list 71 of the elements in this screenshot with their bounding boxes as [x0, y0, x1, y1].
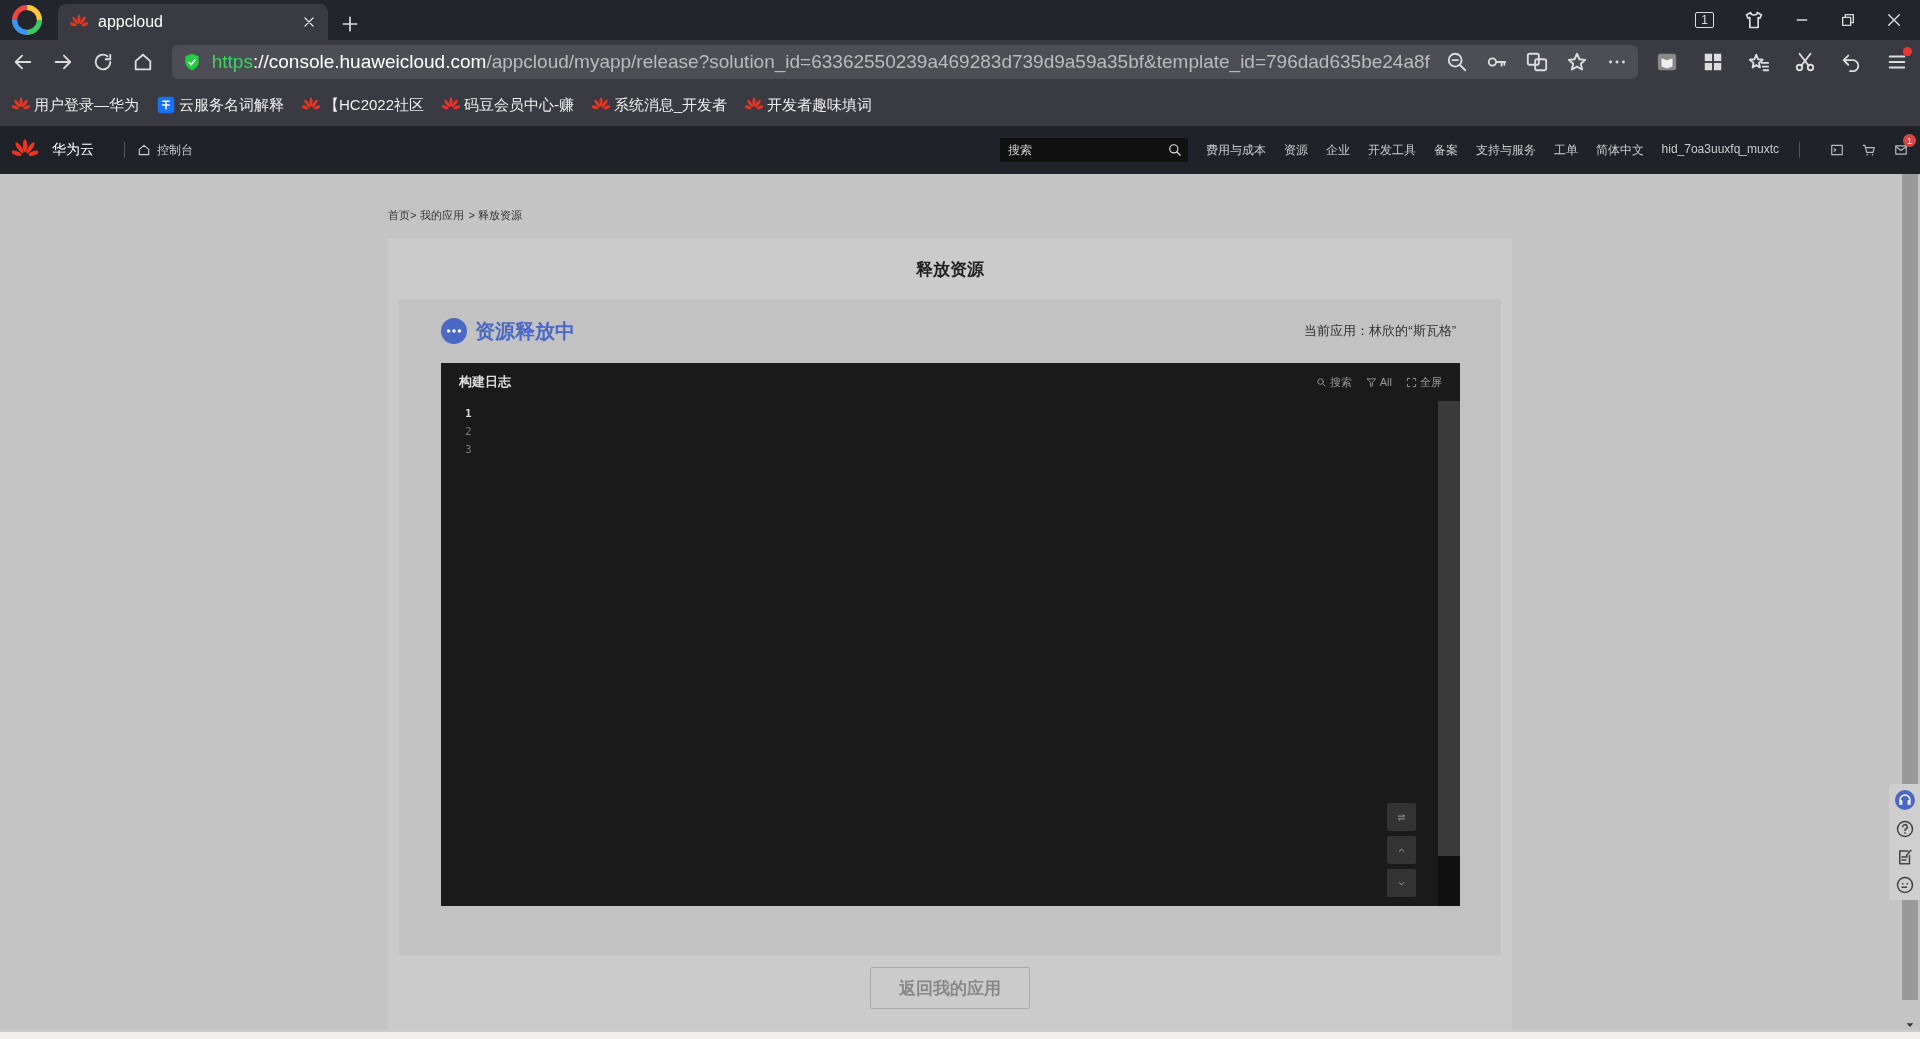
- tab-count[interactable]: 1: [1695, 12, 1714, 28]
- bookmark-label: 系统消息_开发者: [614, 95, 728, 115]
- address-field[interactable]: https://console.huaweicloud.com/appcloud/myapp/release?solution_id=63362550239a469283d739d9a59a35bf&template_id=796dad635be24a8f: [171, 45, 1638, 79]
- line-number: 2: [465, 424, 473, 440]
- log-tool-button[interactable]: 搜索: [1315, 374, 1352, 390]
- bookmark-label: 开发者趣味填词: [767, 95, 873, 115]
- current-app-label: 当前应用：林欣的“斯瓦格”: [1304, 322, 1457, 340]
- close-icon[interactable]: [302, 15, 316, 29]
- log-title: 构建日志: [459, 373, 511, 391]
- browser-logo-icon[interactable]: [12, 5, 42, 35]
- nav-link[interactable]: 备案: [1433, 141, 1458, 159]
- console-link[interactable]: 控制台: [137, 141, 193, 159]
- nav-link[interactable]: 工单: [1553, 141, 1578, 159]
- url-text: https://console.huaweicloud.com/appcloud/myapp/release?solution_id=63362550239a469283d739d9a59a35bf&template_id=796dad635be24a8f: [211, 51, 1430, 73]
- fullscreen-icon: [1406, 376, 1417, 388]
- nav-link[interactable]: 开发工具: [1367, 141, 1416, 159]
- bookmark[interactable]: 开发者趣味填词: [745, 95, 873, 115]
- nav-link[interactable]: hid_7oa3uuxfq_muxtc: [1661, 141, 1779, 159]
- badge-icon: [157, 96, 175, 114]
- bookmark[interactable]: 系统消息_开发者: [592, 95, 728, 115]
- headset-icon[interactable]: [1894, 790, 1915, 810]
- nav-link[interactable]: 企业: [1325, 141, 1350, 159]
- bookmark-label: 用户登录—华为: [34, 95, 139, 115]
- star-icon[interactable]: [1566, 51, 1588, 73]
- bookmark[interactable]: 云服务名词解释: [157, 95, 284, 115]
- log-tool-button[interactable]: All: [1365, 374, 1392, 390]
- brand-name[interactable]: 华为云: [52, 141, 94, 159]
- bookmark-label: 云服务名词解释: [179, 95, 284, 115]
- book-icon[interactable]: [1656, 51, 1678, 73]
- line-number: 3: [465, 442, 473, 458]
- nav-link[interactable]: 费用与成本: [1205, 141, 1266, 159]
- log-scroll-button[interactable]: [1387, 803, 1416, 831]
- cart-icon[interactable]: [1862, 143, 1876, 157]
- shirt-icon[interactable]: [1744, 10, 1764, 30]
- page-title: 释放资源: [916, 259, 984, 281]
- nav-link[interactable]: 资源: [1283, 141, 1308, 159]
- new-tab-icon[interactable]: [340, 14, 360, 34]
- bookmark[interactable]: 【HC2022社区: [302, 95, 425, 115]
- scissors-icon[interactable]: [1794, 51, 1816, 73]
- message-count: 1: [1903, 134, 1916, 147]
- swap-icon: [1396, 811, 1407, 823]
- search-icon: [1315, 376, 1327, 388]
- scrollbar-thumb[interactable]: [1438, 401, 1460, 856]
- line-number: 1: [465, 406, 473, 422]
- mail-icon[interactable]: [1894, 143, 1908, 157]
- restore-icon[interactable]: [1840, 12, 1856, 28]
- zoom-out-icon[interactable]: [1446, 51, 1468, 73]
- status-label: 资源释放中: [475, 318, 575, 344]
- favorites-icon[interactable]: [1748, 51, 1770, 73]
- log-tool-button[interactable]: 全屏: [1406, 374, 1442, 390]
- nav-link[interactable]: 支持与服务: [1475, 141, 1536, 159]
- browser-tab[interactable]: appcloud: [58, 4, 328, 40]
- close-icon[interactable]: [1886, 12, 1902, 28]
- nav-link[interactable]: 简体中文: [1595, 141, 1644, 159]
- apps-icon[interactable]: [1702, 51, 1724, 73]
- smiley-icon[interactable]: [1895, 876, 1914, 894]
- loading-icon: [441, 318, 467, 344]
- breadcrumb-item[interactable]: 首页>: [388, 208, 417, 223]
- breadcrumb-item: > 释放资源: [468, 208, 522, 223]
- filter-icon: [1365, 376, 1377, 388]
- breadcrumb-item[interactable]: 我的应用: [420, 208, 465, 223]
- search-icon[interactable]: [1167, 143, 1182, 157]
- translate-icon[interactable]: [1526, 51, 1548, 73]
- bookmark[interactable]: 码豆会员中心-赚: [442, 95, 575, 115]
- search-field[interactable]: 搜索: [999, 138, 1188, 162]
- bookmark[interactable]: 用户登录—华为: [12, 95, 139, 115]
- terminal-icon[interactable]: [1830, 143, 1844, 157]
- bookmark-label: 码豆会员中心-赚: [464, 95, 575, 115]
- home-icon: [137, 143, 151, 157]
- bookmark-label: 【HC2022社区: [324, 95, 425, 115]
- help-icon[interactable]: [1895, 820, 1914, 838]
